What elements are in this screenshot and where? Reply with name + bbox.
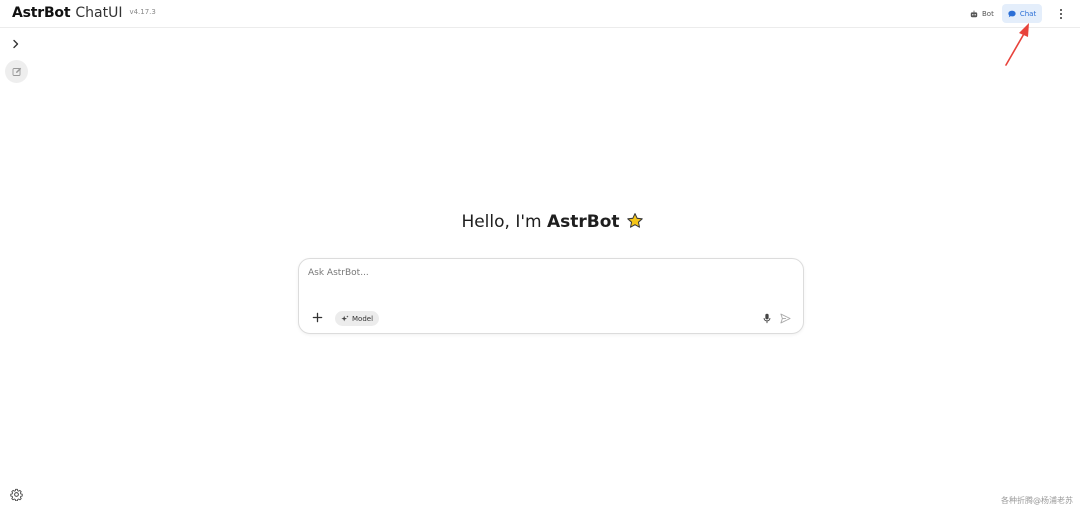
more-vertical-icon[interactable] xyxy=(1055,6,1067,22)
watermark: 各种折腾@杨浦老苏 xyxy=(1001,496,1073,505)
new-chat-button[interactable] xyxy=(5,60,28,83)
model-selector[interactable]: Model xyxy=(335,311,380,326)
annotation-arrow xyxy=(1005,23,1029,66)
greeting-prefix: Hello, I'm xyxy=(461,212,547,232)
chat-mode-label: Chat xyxy=(1019,9,1037,18)
top-bar: AstrBot ChatUI v4.17.3 Bot Chat xyxy=(0,0,1080,28)
chat-composer: Model xyxy=(298,258,804,334)
greeting-name: AstrBot xyxy=(547,212,620,232)
edit-icon xyxy=(12,67,21,76)
model-label: Model xyxy=(352,314,374,323)
send-icon[interactable] xyxy=(780,313,791,324)
brand-subtitle: ChatUI xyxy=(75,5,123,21)
star-icon xyxy=(626,213,643,228)
gear-icon[interactable] xyxy=(10,488,23,501)
chevron-right-icon[interactable] xyxy=(9,37,23,51)
chat-bubble-icon xyxy=(1008,10,1016,17)
greeting: Hello, I'm AstrBot xyxy=(0,212,1080,232)
microphone-icon[interactable] xyxy=(762,313,772,324)
dot xyxy=(1060,17,1062,19)
brand-name: AstrBot xyxy=(12,5,71,21)
brand: AstrBot ChatUI v4.17.3 xyxy=(12,5,156,21)
bot-mode-button[interactable]: Bot xyxy=(964,4,1000,23)
plus-icon[interactable] xyxy=(312,312,323,323)
message-input[interactable] xyxy=(308,265,778,281)
sparkle-icon xyxy=(341,314,349,321)
robot-icon xyxy=(970,10,978,17)
bot-mode-label: Bot xyxy=(982,9,994,18)
dot xyxy=(1060,9,1062,11)
dot xyxy=(1060,13,1062,15)
version-label: v4.17.3 xyxy=(129,8,156,16)
